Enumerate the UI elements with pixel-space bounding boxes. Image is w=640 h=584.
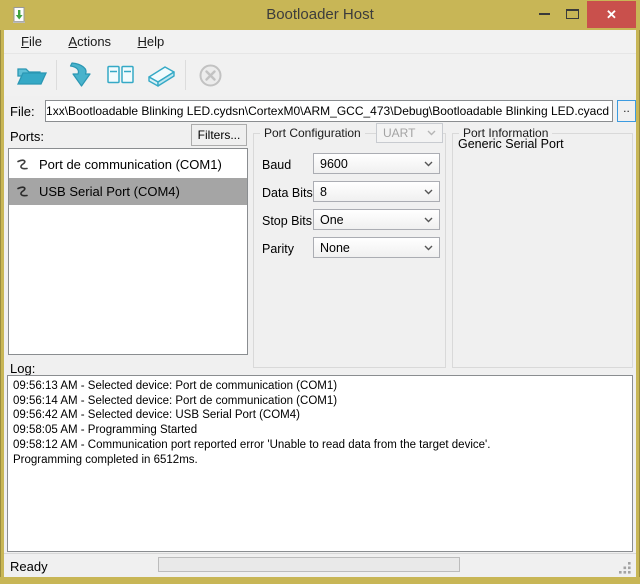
- browse-button[interactable]: ..: [617, 100, 636, 122]
- chevron-down-icon: [424, 189, 433, 195]
- port-item-label: USB Serial Port (COM4): [39, 184, 180, 199]
- verify-documents-icon: [106, 63, 136, 88]
- parity-value: None: [320, 241, 350, 255]
- port-list-item-com1[interactable]: Port de communication (COM1): [9, 151, 247, 178]
- abort-icon: [198, 63, 223, 88]
- chevron-down-icon: [424, 161, 433, 167]
- log-line: 09:56:14 AM - Selected device: Port de c…: [13, 394, 627, 409]
- stop-bits-label: Stop Bits: [262, 214, 312, 228]
- close-button[interactable]: ✕: [587, 1, 636, 28]
- filters-button[interactable]: Filters...: [191, 124, 247, 146]
- protocol-dropdown[interactable]: UART: [376, 123, 443, 143]
- file-path-input[interactable]: ader_41xx\Bootloadable Blinking LED.cyds…: [45, 100, 613, 122]
- baud-value: 9600: [320, 157, 348, 171]
- chevron-down-icon: [427, 130, 436, 136]
- progress-bar: [158, 557, 460, 572]
- maximize-icon: [566, 9, 579, 19]
- status-text: Ready: [10, 559, 48, 574]
- log-label: Log:: [10, 361, 35, 376]
- parity-dropdown[interactable]: None: [313, 237, 440, 258]
- abort-button[interactable]: [190, 58, 230, 92]
- port-information-group: Port Information Generic Serial Port: [452, 133, 633, 368]
- log-line: 09:56:42 AM - Selected device: USB Seria…: [13, 408, 627, 423]
- baud-dropdown[interactable]: 9600: [313, 153, 440, 174]
- serial-port-icon: [16, 158, 30, 172]
- stop-bits-dropdown[interactable]: One: [313, 209, 440, 230]
- baud-label: Baud: [262, 158, 291, 172]
- menu-bar: File Actions Help: [4, 30, 636, 54]
- protocol-value: UART: [383, 126, 415, 140]
- resize-grip[interactable]: [618, 561, 632, 575]
- open-file-button[interactable]: [12, 58, 52, 92]
- title-bar: Bootloader Host ✕: [0, 0, 640, 30]
- port-configuration-title: Port Configuration: [260, 126, 365, 140]
- data-bits-value: 8: [320, 185, 327, 199]
- parity-label: Parity: [262, 242, 294, 256]
- file-path-value: ader_41xx\Bootloadable Blinking LED.cyds…: [45, 104, 609, 118]
- chevron-down-icon: [424, 217, 433, 223]
- open-folder-icon: [16, 63, 48, 88]
- verify-button[interactable]: [101, 58, 141, 92]
- bootloader-host-window: Bootloader Host ✕ File Actions Help: [0, 0, 640, 584]
- port-information-text: Generic Serial Port: [458, 137, 564, 151]
- log-line: 09:56:13 AM - Selected device: Port de c…: [13, 379, 627, 394]
- log-output[interactable]: 09:56:13 AM - Selected device: Port de c…: [7, 375, 633, 552]
- menu-help[interactable]: Help: [127, 30, 176, 54]
- data-bits-dropdown[interactable]: 8: [313, 181, 440, 202]
- minimize-button[interactable]: [531, 0, 557, 28]
- file-label: File:: [10, 104, 35, 119]
- toolbar: [4, 54, 636, 96]
- log-line: Programming completed in 6512ms.: [13, 453, 627, 468]
- log-line: 09:58:12 AM - Communication port reporte…: [13, 438, 627, 453]
- stop-bits-value: One: [320, 213, 344, 227]
- port-list-item-com4[interactable]: USB Serial Port (COM4): [9, 178, 247, 205]
- program-button[interactable]: [61, 58, 101, 92]
- chevron-down-icon: [424, 245, 433, 251]
- eraser-icon: [145, 63, 177, 88]
- menu-actions[interactable]: Actions: [57, 30, 122, 54]
- toolbar-separator: [185, 60, 186, 90]
- maximize-button[interactable]: [559, 0, 585, 28]
- data-bits-label: Data Bits: [262, 186, 313, 200]
- window-bottom-border: [0, 577, 640, 584]
- minimize-icon: [539, 13, 550, 15]
- program-arrow-icon: [69, 61, 94, 89]
- toolbar-separator: [56, 60, 57, 90]
- serial-port-icon: [16, 185, 30, 199]
- log-line: 09:58:05 AM - Programming Started: [13, 423, 627, 438]
- port-item-label: Port de communication (COM1): [39, 157, 222, 172]
- menu-file[interactable]: File: [10, 30, 53, 54]
- ports-label: Ports:: [10, 129, 44, 144]
- port-list: Port de communication (COM1) USB Serial …: [8, 148, 248, 355]
- erase-button[interactable]: [141, 58, 181, 92]
